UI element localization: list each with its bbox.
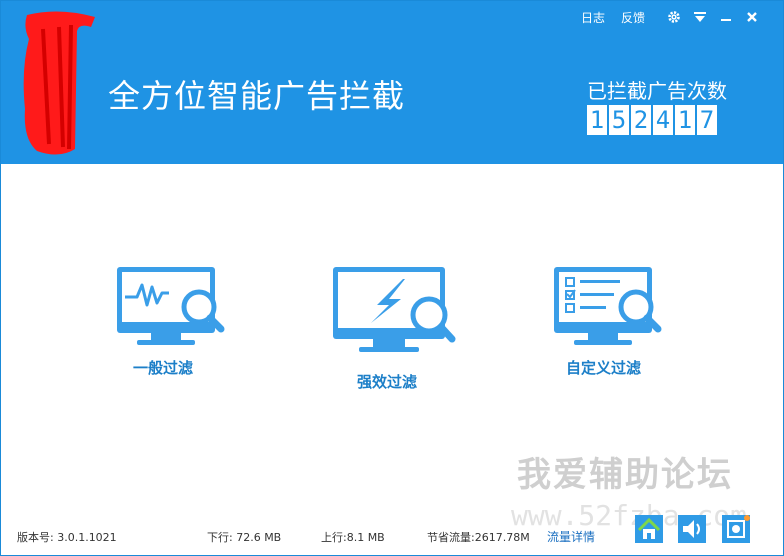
version-label: 版本号: 3.0.1.1021	[17, 531, 117, 544]
counter-digit: 2	[631, 105, 651, 135]
monitor-waveform-icon[interactable]	[115, 265, 227, 367]
home-icon[interactable]	[635, 515, 663, 543]
gear-icon[interactable]	[661, 7, 687, 27]
dropdown-icon[interactable]	[687, 7, 713, 27]
general-filter-label[interactable]: 一般过滤	[133, 357, 193, 378]
feedback-link[interactable]: 反馈	[621, 9, 645, 26]
counter-digit: 4	[653, 105, 673, 135]
counter-digit: 1	[587, 105, 607, 135]
title-bar-controls: 日志 反馈	[581, 7, 765, 27]
upload-traffic: 上行:8.1 MB	[321, 531, 385, 544]
app-title: 全方位智能广告拦截	[108, 77, 406, 115]
counter-digit: 5	[609, 105, 629, 135]
custom-filter-label[interactable]: 自定义过滤	[566, 357, 641, 378]
header-banner: 全方位智能广告拦截 日志 反馈 已拦截广告次数 1 5 2 4 1 7	[1, 1, 783, 164]
counter-digit: 1	[675, 105, 695, 135]
monitor-checklist-icon[interactable]	[552, 265, 664, 367]
monitor-lightning-icon[interactable]	[331, 265, 457, 369]
speaker-icon[interactable]	[678, 515, 706, 543]
traffic-details-link[interactable]: 流量详情	[547, 528, 595, 545]
strong-filter-label[interactable]: 强效过滤	[357, 371, 417, 392]
app-logo	[23, 11, 96, 155]
log-link[interactable]: 日志	[581, 9, 605, 26]
download-traffic: 下行: 72.6 MB	[207, 531, 282, 544]
app-grid-icon[interactable]	[722, 515, 750, 543]
minimize-icon[interactable]	[713, 7, 739, 27]
watermark-text: 我爱辅助论坛	[517, 455, 733, 495]
blocked-counter-label: 已拦截广告次数	[587, 79, 727, 103]
counter-digit: 7	[697, 105, 717, 135]
close-icon[interactable]	[739, 7, 765, 27]
saved-traffic: 节省流量:2617.78M	[427, 531, 530, 544]
app-window: 全方位智能广告拦截 日志 反馈 已拦截广告次数 1 5 2 4 1 7 一般过滤…	[0, 0, 784, 556]
blocked-counter: 1 5 2 4 1 7	[587, 105, 717, 135]
